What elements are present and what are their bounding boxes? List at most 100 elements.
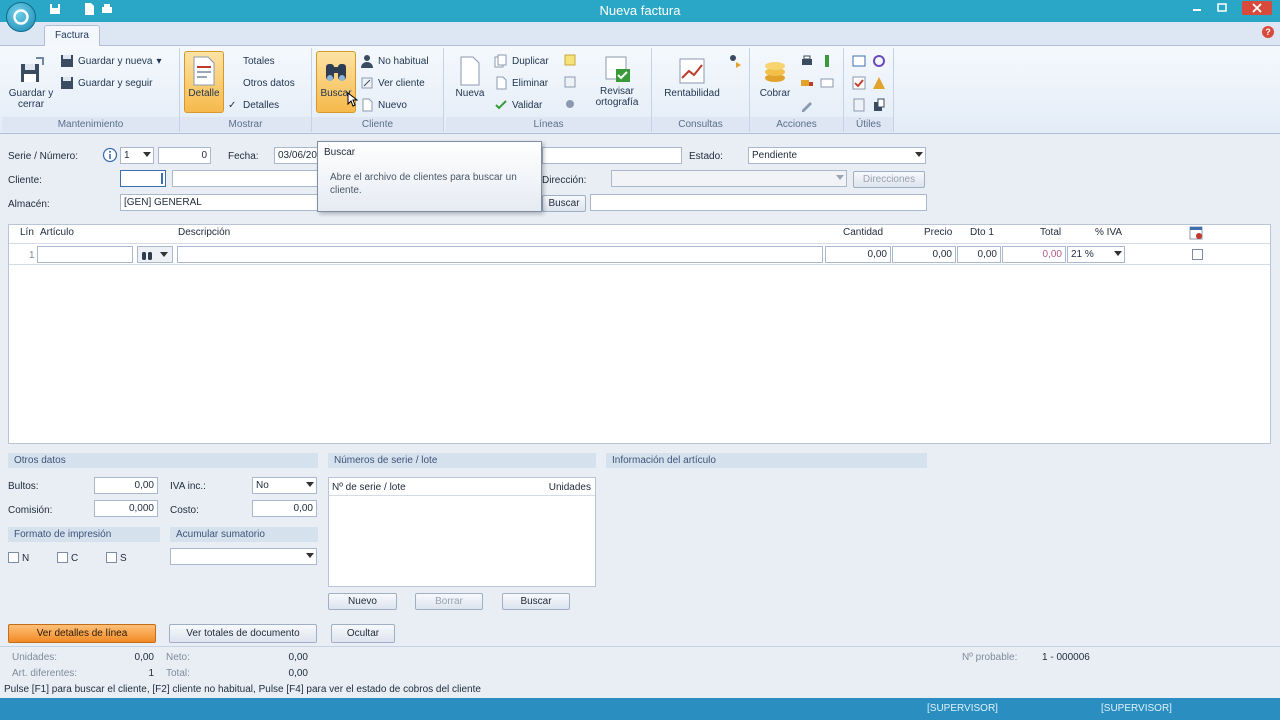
col-dto1[interactable]: Dto 1 xyxy=(970,227,994,238)
truck-icon[interactable] xyxy=(800,76,814,90)
eliminar-button[interactable]: Eliminar xyxy=(494,74,548,92)
col-articulo[interactable]: Artículo xyxy=(40,227,74,238)
descripcion-input[interactable] xyxy=(177,246,823,263)
check-icon: ✓ xyxy=(228,99,237,111)
text-line-icon[interactable] xyxy=(564,76,576,88)
cliente-code-input[interactable] xyxy=(120,170,166,187)
row-checkbox[interactable] xyxy=(1192,249,1203,260)
totales-toggle[interactable]: Totales xyxy=(228,52,275,70)
duplicar-button[interactable]: Duplicar xyxy=(494,52,549,70)
formato-c-label: C xyxy=(71,553,79,564)
minimize-button[interactable] xyxy=(1185,1,1209,15)
direcciones-button[interactable]: Direcciones xyxy=(853,171,925,188)
col-iva[interactable]: % IVA xyxy=(1095,227,1122,238)
bottle-icon[interactable] xyxy=(820,54,834,68)
cobrar-button[interactable]: Cobrar xyxy=(754,56,796,99)
help-icon[interactable]: ? xyxy=(1262,26,1274,38)
ocultar-button[interactable]: Ocultar xyxy=(331,624,395,643)
detalles-toggle[interactable]: ✓ Detalles xyxy=(228,96,279,114)
serie-borrar-button[interactable]: Borrar xyxy=(415,593,483,610)
otros-datos-toggle[interactable]: Otros datos xyxy=(228,74,295,92)
revisar-ortografia-button[interactable]: Revisar ortografía xyxy=(586,54,648,108)
cliente-name-input[interactable] xyxy=(172,170,318,187)
buscar-tooltip: Buscar Abre el archivo de clientes para … xyxy=(317,141,542,212)
serie-nuevo-button[interactable]: Nuevo xyxy=(328,593,397,610)
info-icon[interactable] xyxy=(102,147,118,163)
export-icon[interactable] xyxy=(872,98,886,112)
guardar-cerrar-button[interactable]: Guardar y cerrar xyxy=(6,56,56,110)
col-total[interactable]: Total xyxy=(1040,227,1061,238)
restore-button[interactable] xyxy=(1210,1,1234,15)
guardar-nueva-button[interactable]: Guardar y nueva ▾ xyxy=(60,52,162,70)
col-precio[interactable]: Precio xyxy=(924,227,952,238)
nueva-linea-button[interactable]: Nueva xyxy=(450,56,490,99)
almacen-buscar-button[interactable]: Buscar xyxy=(542,195,586,212)
ver-totales-documento-button[interactable]: Ver totales de documento xyxy=(169,624,317,643)
comision-label: Comisión: xyxy=(8,505,53,516)
direccion-select[interactable] xyxy=(611,170,847,187)
calculator-icon[interactable] xyxy=(852,98,866,112)
numero-input[interactable]: 0 xyxy=(158,147,211,164)
iva-select[interactable]: 21 % xyxy=(1067,246,1125,263)
serie-label: Serie / Número: xyxy=(8,151,79,162)
fecha-input[interactable]: 03/06/20 xyxy=(274,147,318,164)
no-habitual-button[interactable]: No habitual xyxy=(360,52,429,70)
col-descripcion[interactable]: Descripción xyxy=(178,227,230,238)
col-cantidad[interactable]: Cantidad xyxy=(843,227,883,238)
warning-icon[interactable] xyxy=(872,76,886,90)
costo-input[interactable]: 0,00 xyxy=(252,500,317,517)
col-lin[interactable]: Lín xyxy=(20,227,34,238)
serie-select[interactable]: 1 xyxy=(120,147,154,164)
table-row[interactable]: 1 0,00 0,00 0,00 0,00 21 % xyxy=(9,243,1270,265)
ver-detalles-linea-button[interactable]: Ver detalles de línea xyxy=(8,624,156,643)
validar-button[interactable]: Validar xyxy=(494,96,542,114)
checklist-icon[interactable] xyxy=(852,76,866,90)
envelope-icon[interactable] xyxy=(820,76,834,90)
print-icon[interactable] xyxy=(800,54,814,68)
cantidad-input[interactable]: 0,00 xyxy=(825,246,891,263)
nueva-label: Nueva xyxy=(455,88,485,99)
reference-input[interactable] xyxy=(542,147,682,164)
refresh-icon[interactable] xyxy=(872,54,886,68)
new-doc-icon xyxy=(362,98,373,112)
nuevo-cliente-button[interactable]: Nuevo xyxy=(360,96,407,114)
acumular-select[interactable] xyxy=(170,548,317,565)
almacen-extra-input[interactable] xyxy=(590,194,927,211)
column-settings-icon[interactable] xyxy=(1189,226,1203,240)
close-button[interactable] xyxy=(1242,1,1272,15)
guardar-seguir-button[interactable]: Guardar y seguir xyxy=(60,74,152,92)
estado-value: Pendiente xyxy=(752,150,798,161)
tab-factura[interactable]: Factura xyxy=(44,25,100,46)
detalle-button[interactable]: Detalle xyxy=(184,51,224,113)
guardar-seguir-label: Guardar y seguir xyxy=(78,77,153,89)
almacen-select[interactable]: [GEN] GENERAL xyxy=(120,194,318,211)
formato-s-checkbox[interactable] xyxy=(106,552,117,563)
validate-icon xyxy=(495,100,507,110)
formato-header: Formato de impresión xyxy=(8,527,160,542)
window-icon[interactable] xyxy=(852,54,866,68)
dto1-input[interactable]: 0,00 xyxy=(957,246,1001,263)
bultos-input[interactable]: 0,00 xyxy=(94,477,158,494)
estado-select[interactable]: Pendiente xyxy=(748,147,926,164)
binoculars-icon xyxy=(326,64,346,81)
unidades-label: Unidades: xyxy=(12,652,58,663)
formato-c-checkbox[interactable] xyxy=(57,552,68,563)
articulo-search-button[interactable] xyxy=(137,246,173,263)
formato-n-checkbox[interactable] xyxy=(8,552,19,563)
articulo-input[interactable] xyxy=(37,246,133,263)
col-serie-lote[interactable]: Nº de serie / lote xyxy=(332,482,406,493)
note-icon[interactable] xyxy=(564,54,576,66)
ver-cliente-button[interactable]: Ver cliente xyxy=(360,74,425,92)
pen-icon[interactable] xyxy=(800,98,814,112)
total-label: Total: xyxy=(166,668,190,679)
serie-buscar-button[interactable]: Buscar xyxy=(502,593,570,610)
app-menu-button[interactable] xyxy=(6,2,36,32)
iva-inc-select[interactable]: No xyxy=(252,477,317,494)
precio-input[interactable]: 0,00 xyxy=(892,246,956,263)
comision-input[interactable]: 0,000 xyxy=(94,500,158,517)
settings-icon[interactable] xyxy=(564,98,576,110)
serie-lote-list[interactable]: Nº de serie / lote Unidades xyxy=(328,477,596,587)
col-unidades[interactable]: Unidades xyxy=(549,482,591,493)
rentabilidad-button[interactable]: Rentabilidad xyxy=(656,56,728,99)
person-arrow-icon[interactable] xyxy=(728,54,742,68)
